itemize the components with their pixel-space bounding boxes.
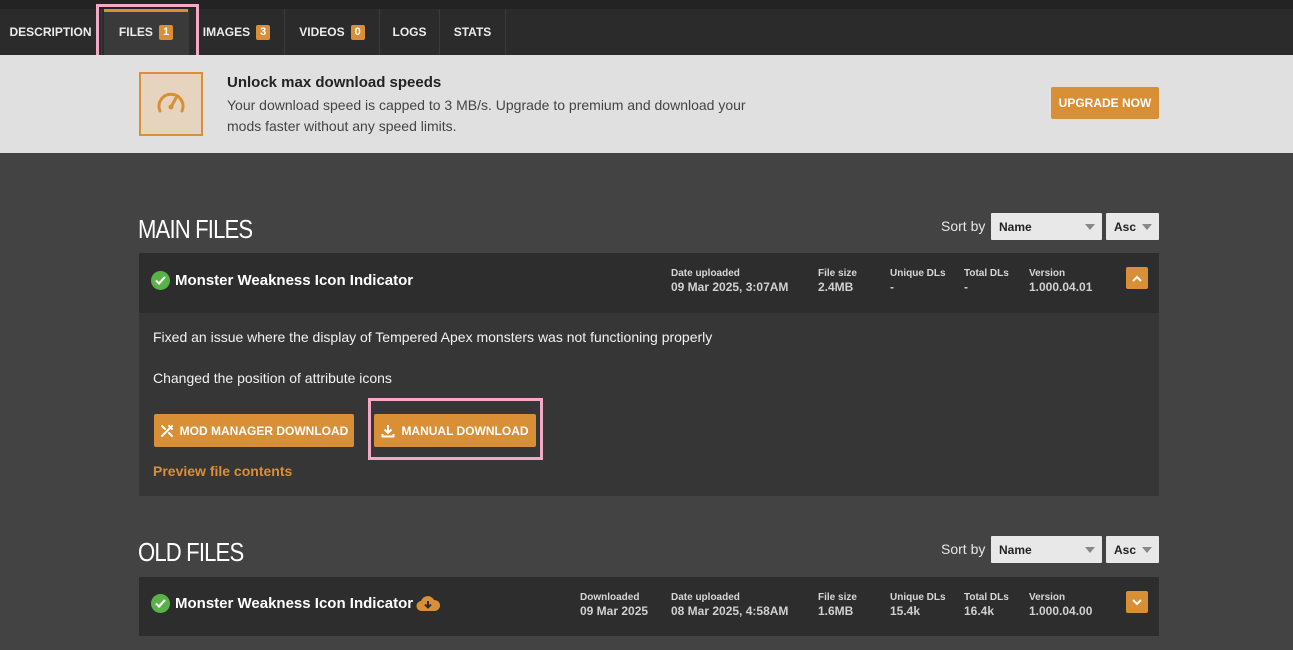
check-icon (151, 271, 170, 290)
meta-label: Version (1029, 592, 1066, 603)
meta-value: - (964, 280, 968, 294)
tab-count-badge: 3 (256, 24, 271, 40)
downloaded: Downloaded 09 Mar 2025 (580, 592, 648, 618)
sort-field-value: Name (999, 542, 1032, 557)
meta-label: Version (1029, 268, 1066, 279)
version: Version 1.000.04.01 (1029, 268, 1092, 294)
tab-count-badge: 0 (350, 24, 365, 40)
total-dls: Total DLs 16.4k (964, 592, 1009, 618)
meta-value: 1.000.04.00 (1029, 604, 1093, 618)
speedometer-icon (139, 72, 203, 136)
meta-value: 1.000.04.01 (1029, 280, 1093, 294)
file-description-line: Changed the position of attribute icons (153, 370, 392, 386)
date-uploaded: Date uploaded 08 Mar 2025, 4:58AM (671, 592, 788, 618)
total-dls: Total DLs - (964, 268, 1009, 294)
tab-label: LOGS (392, 25, 427, 39)
tab-videos[interactable]: VIDEOS 0 (285, 9, 380, 55)
sort-order-value: Asc (1114, 219, 1137, 234)
tab-label: DESCRIPTION (9, 25, 92, 39)
file-size: File size 2.4MB (818, 268, 857, 294)
old-file-header: Monster Weakness Icon Indicator Download… (139, 577, 1159, 636)
expand-toggle-button[interactable] (1126, 591, 1148, 613)
button-label: MOD MANAGER DOWNLOAD (179, 423, 349, 438)
chevron-down-icon (1085, 224, 1095, 230)
chevron-down-icon (1132, 598, 1142, 605)
file-name: Monster Weakness Icon Indicator (175, 595, 414, 612)
tab-files[interactable]: FILES 1 (104, 9, 189, 55)
main-files-title: MAIN FILES (138, 214, 253, 244)
tab-description[interactable]: DESCRIPTION (0, 9, 102, 55)
meta-label: File size (818, 268, 857, 279)
unique-dls: Unique DLs 15.4k (890, 592, 946, 618)
main-file-header: Monster Weakness Icon Indicator Date upl… (139, 253, 1159, 313)
manual-download-button[interactable]: MANUAL DOWNLOAD (374, 414, 536, 447)
file-name: Monster Weakness Icon Indicator (175, 272, 414, 289)
collapse-toggle-button[interactable] (1126, 267, 1148, 289)
tools-icon (160, 424, 173, 437)
mod-manager-download-button[interactable]: MOD MANAGER DOWNLOAD (154, 414, 354, 447)
meta-label: Unique DLs (890, 268, 946, 279)
version: Version 1.000.04.00 (1029, 592, 1092, 618)
chevron-down-icon (1085, 547, 1095, 553)
cloud-download-icon (416, 595, 441, 618)
banner-title: Unlock max download speeds (227, 74, 442, 91)
tab-label: STATS (453, 25, 492, 39)
unique-dls: Unique DLs - (890, 268, 946, 294)
meta-value: 16.4k (964, 604, 995, 618)
meta-label: File size (818, 592, 857, 603)
meta-label: Total DLs (964, 268, 1009, 279)
meta-value: 2.4MB (818, 280, 854, 294)
tab-bar: DESCRIPTION FILES 1 IMAGES 3 VIDEOS 0 LO… (0, 0, 1293, 55)
sort-label: Sort by (941, 218, 986, 234)
sort-field-select[interactable]: Name (991, 536, 1102, 563)
tab-images[interactable]: IMAGES 3 (189, 9, 285, 55)
sort-order-select[interactable]: Asc (1106, 536, 1159, 563)
meta-label: Unique DLs (890, 592, 946, 603)
meta-value: 09 Mar 2025 (580, 604, 649, 618)
chevron-down-icon (1142, 224, 1152, 230)
tab-label: FILES (118, 25, 153, 39)
tab-label: IMAGES (202, 25, 251, 39)
chevron-down-icon (1142, 547, 1152, 553)
meta-label: Downloaded (580, 592, 640, 603)
tab-stats[interactable]: STATS (440, 9, 506, 55)
meta-label: Date uploaded (671, 592, 740, 603)
tab-count-badge: 1 (158, 24, 174, 40)
file-size: File size 1.6MB (818, 592, 857, 618)
meta-value: 15.4k (890, 604, 921, 618)
sort-label: Sort by (941, 541, 986, 557)
check-icon (151, 594, 170, 613)
meta-value: 08 Mar 2025, 4:58AM (671, 604, 789, 618)
sort-order-value: Asc (1114, 542, 1137, 557)
file-description-line: Fixed an issue where the display of Temp… (153, 329, 713, 345)
banner-text: Your download speed is capped to 3 MB/s.… (227, 97, 746, 134)
main-file-body: Fixed an issue where the display of Temp… (139, 313, 1159, 496)
meta-value: 09 Mar 2025, 3:07AM (671, 280, 789, 294)
upgrade-now-button[interactable]: UPGRADE NOW (1051, 87, 1159, 119)
sort-field-select[interactable]: Name (991, 213, 1102, 240)
preview-file-contents-link[interactable]: Preview file contents (153, 463, 292, 479)
download-icon (381, 424, 395, 437)
sort-field-value: Name (999, 219, 1032, 234)
premium-banner: Unlock max download speeds Your download… (0, 55, 1293, 153)
meta-value: 1.6MB (818, 604, 854, 618)
button-label: MANUAL DOWNLOAD (401, 423, 529, 438)
date-uploaded: Date uploaded 09 Mar 2025, 3:07AM (671, 268, 788, 294)
tab-logs[interactable]: LOGS (380, 9, 440, 55)
old-files-title: OLD FILES (138, 537, 244, 567)
meta-label: Total DLs (964, 592, 1009, 603)
chevron-up-icon (1132, 275, 1142, 282)
tab-label: VIDEOS (299, 25, 345, 39)
sort-order-select[interactable]: Asc (1106, 213, 1159, 240)
meta-label: Date uploaded (671, 268, 740, 279)
meta-value: - (890, 280, 894, 294)
